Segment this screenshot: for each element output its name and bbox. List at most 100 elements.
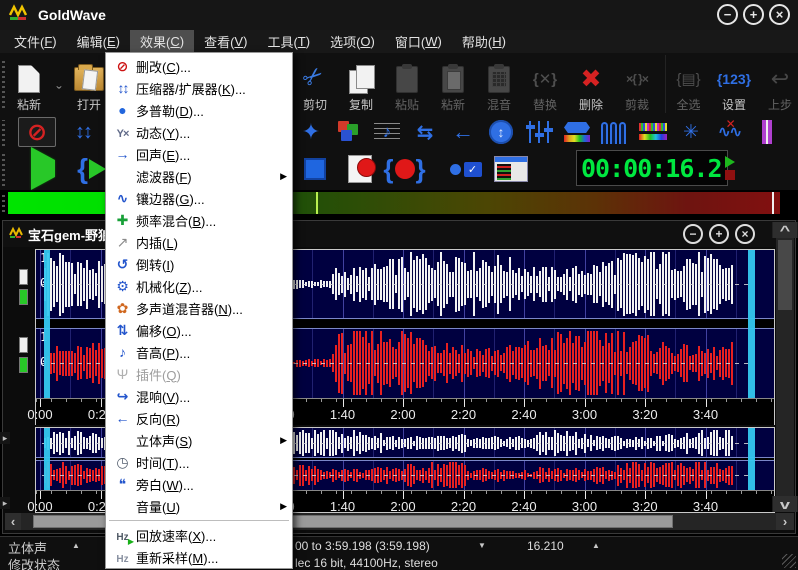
playback-rate-icon: Hz▶ bbox=[109, 528, 136, 543]
menu-item-interpolate[interactable]: ↗内插(L) bbox=[106, 231, 292, 253]
toolbar-grip[interactable] bbox=[2, 194, 5, 212]
menu-window[interactable]: 窗口(W) bbox=[385, 30, 452, 53]
wave-delete-button[interactable]: ∿∿✕ bbox=[710, 118, 748, 146]
edge-scroll-icon[interactable]: ▸ bbox=[0, 432, 10, 444]
record-new-button[interactable] bbox=[337, 150, 382, 188]
interpolation-icon: ↗ bbox=[109, 235, 136, 249]
spectrum-filter-button[interactable] bbox=[558, 118, 596, 146]
channel-right-indicator[interactable] bbox=[19, 337, 28, 353]
menu-item-delete-modify[interactable]: ⊘删改(C)... bbox=[106, 55, 292, 77]
record-selection-button[interactable]: {} bbox=[382, 150, 427, 188]
menu-item-reverb[interactable]: ↪混响(V)... bbox=[106, 385, 292, 407]
stop-button[interactable] bbox=[292, 150, 337, 188]
scroll-down-icon[interactable]: v bbox=[772, 496, 797, 512]
control-properties-button[interactable] bbox=[488, 150, 533, 188]
scroll-left-icon[interactable]: ‹ bbox=[5, 513, 21, 530]
menu-item-doppler[interactable]: ●多普勒(D)... bbox=[106, 99, 292, 121]
menu-item-filter[interactable]: 滤波器(F)▶ bbox=[106, 165, 292, 187]
edge-scroll-icon[interactable]: ▸ bbox=[0, 497, 10, 509]
delete-button[interactable]: ✖删除 bbox=[568, 55, 614, 113]
media-mixer-icon bbox=[336, 120, 362, 144]
new-dropdown-button[interactable]: ˇ bbox=[52, 55, 66, 113]
menu-item-offset[interactable]: ⇅偏移(O)... bbox=[106, 319, 292, 341]
menu-item-mechanize[interactable]: ⚙机械化(Z)... bbox=[106, 275, 292, 297]
submenu-arrow-icon: ▶ bbox=[280, 171, 287, 182]
menu-item-frequency-blend[interactable]: ✚频率混合(B)... bbox=[106, 209, 292, 231]
copy-button[interactable]: 复制 bbox=[338, 55, 384, 113]
prohibit-button[interactable]: ⊘ bbox=[18, 118, 56, 146]
menu-item-label: 立体声(S) bbox=[136, 431, 280, 450]
channel-left-active-indicator[interactable] bbox=[19, 289, 28, 305]
document-minimize-button[interactable]: − bbox=[683, 224, 703, 244]
toolbar-label: 打开 bbox=[77, 99, 101, 111]
document-close-button[interactable]: × bbox=[735, 224, 755, 244]
menu-separator bbox=[109, 520, 289, 521]
toolbar-label: 替换 bbox=[533, 99, 557, 111]
toolbar-label: 粘新 bbox=[441, 99, 465, 111]
pipes-button[interactable] bbox=[596, 118, 634, 146]
clipped-tool-button[interactable] bbox=[748, 118, 786, 146]
selection-start-marker[interactable] bbox=[44, 428, 50, 490]
channel-left-indicator[interactable] bbox=[19, 269, 28, 285]
menu-item-reverse[interactable]: ←反向(R) bbox=[106, 407, 292, 429]
toolbar-grip[interactable] bbox=[2, 58, 5, 108]
offset-circle-button[interactable]: ↕ bbox=[482, 118, 520, 146]
menu-options[interactable]: 选项(O) bbox=[320, 30, 385, 53]
compress-expand-button[interactable]: ↕↕ bbox=[64, 118, 102, 146]
titlebar-close-button[interactable]: × bbox=[769, 4, 790, 25]
menu-item-stereo[interactable]: 立体声(S)▶ bbox=[106, 429, 292, 451]
spectrum-noise-button[interactable] bbox=[634, 118, 672, 146]
swap-arrows-button[interactable]: ⇆ bbox=[406, 118, 444, 146]
resize-grip[interactable] bbox=[782, 554, 796, 568]
doppler-star-button[interactable]: ✦ bbox=[292, 118, 330, 146]
menu-help[interactable]: 帮助(H) bbox=[452, 30, 516, 53]
menu-edit[interactable]: 编辑(E) bbox=[67, 30, 130, 53]
channel-right-active-indicator[interactable] bbox=[19, 357, 28, 373]
menu-item-compressor-expander[interactable]: ↕↕压缩器/扩展器(K)... bbox=[106, 77, 292, 99]
spark-button[interactable]: ✳ bbox=[672, 118, 710, 146]
play-button[interactable] bbox=[20, 150, 65, 188]
play-icon bbox=[31, 160, 55, 178]
finish-check-button[interactable]: ✓ bbox=[443, 150, 488, 188]
menu-item-echo[interactable]: →回声(E)... bbox=[106, 143, 292, 165]
menu-tool[interactable]: 工具(T) bbox=[257, 30, 320, 53]
new-button[interactable]: 粘新 bbox=[6, 55, 52, 113]
pitch-staff-button[interactable]: ♪ bbox=[368, 118, 406, 146]
menu-view[interactable]: 查看(V) bbox=[194, 30, 257, 53]
dynamics-icon: Y× bbox=[109, 125, 136, 140]
titlebar-maximize-button[interactable]: + bbox=[743, 4, 764, 25]
toolbar-grip[interactable] bbox=[2, 152, 5, 186]
scrollbar-thumb[interactable] bbox=[778, 240, 792, 310]
vertical-scrollbar[interactable]: ^ v bbox=[776, 222, 794, 512]
media-mixer-button[interactable] bbox=[330, 118, 368, 146]
reverse-arrow-button[interactable]: ← bbox=[444, 118, 482, 146]
menu-effect[interactable]: 效果(C) bbox=[130, 30, 194, 53]
menu-item-pitch[interactable]: ♪音高(P)... bbox=[106, 341, 292, 363]
menu-item-flanger[interactable]: ∿镶边器(G)... bbox=[106, 187, 292, 209]
scroll-up-icon[interactable]: ^ bbox=[772, 222, 797, 238]
menu-item-dynamics[interactable]: Y×动态(Y)... bbox=[106, 121, 292, 143]
document-maximize-button[interactable]: + bbox=[709, 224, 729, 244]
equalizer-button[interactable] bbox=[520, 118, 558, 146]
menu-item-channel-mixer[interactable]: ✿多声道混音器(N)... bbox=[106, 297, 292, 319]
menu-file[interactable]: 文件(F) bbox=[4, 30, 67, 53]
axis-label: 2:00 bbox=[390, 499, 415, 514]
selection-end-marker[interactable] bbox=[748, 428, 755, 490]
set-button[interactable]: {123}设置 bbox=[711, 55, 757, 113]
menu-item-time[interactable]: ◷时间(T)... bbox=[106, 451, 292, 473]
scroll-right-icon[interactable]: › bbox=[776, 513, 794, 530]
cut-button[interactable]: ✂剪切 bbox=[292, 55, 338, 113]
toolbar-label: 剪切 bbox=[303, 99, 327, 111]
zoom-value-status[interactable]: 16.210 bbox=[527, 539, 564, 553]
selection-range-status[interactable]: 00 to 3:59.198 (3:59.198) bbox=[295, 539, 430, 553]
menu-item-playback-rate[interactable]: Hz▶回放速率(X)... bbox=[106, 524, 292, 546]
menu-item-resample[interactable]: Hz重新采样(M)... bbox=[106, 546, 292, 568]
selection-start-marker[interactable] bbox=[44, 250, 50, 398]
toolbar-grip[interactable] bbox=[2, 120, 5, 146]
menu-item-volume[interactable]: 音量(U)▶ bbox=[106, 495, 292, 517]
menu-item-voice-over[interactable]: ❝旁白(W)... bbox=[106, 473, 292, 495]
titlebar-minimize-button[interactable]: − bbox=[717, 4, 738, 25]
modified-status: 修改状态 bbox=[8, 555, 60, 570]
menu-item-invert[interactable]: ↺倒转(I) bbox=[106, 253, 292, 275]
selection-end-marker[interactable] bbox=[748, 250, 755, 398]
